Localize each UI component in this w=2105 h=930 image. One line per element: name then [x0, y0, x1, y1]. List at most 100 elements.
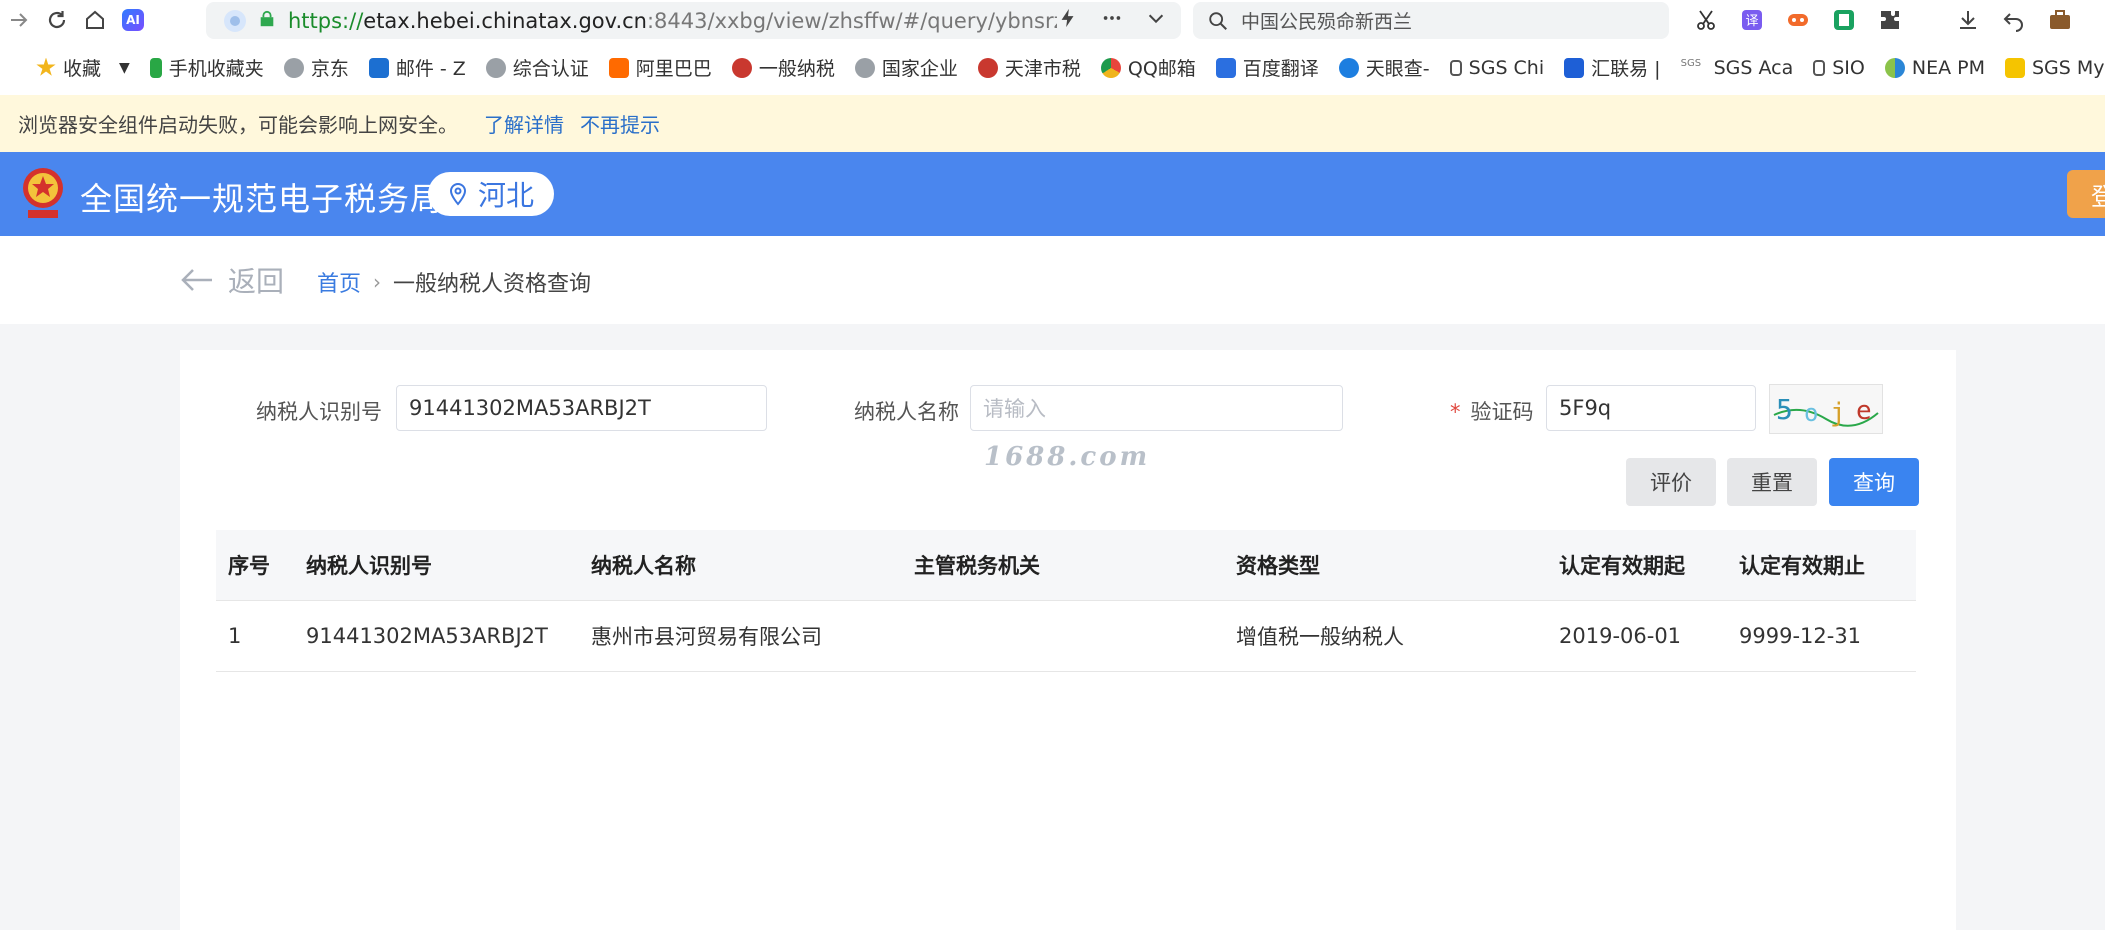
breadcrumb-strip: 返回 首页 › 一般纳税人资格查询: [0, 236, 2105, 324]
caret-down-icon[interactable]: ▼: [119, 60, 130, 76]
page-icon: [1449, 59, 1462, 76]
bookmark-item[interactable]: NEA PM: [1884, 57, 1985, 79]
translate-icon[interactable]: 译: [1736, 4, 1768, 36]
home-icon[interactable]: [76, 1, 114, 39]
bookmark-item[interactable]: 天眼查-: [1338, 54, 1430, 81]
tax-emblem-icon: [731, 57, 752, 78]
bookmark-item[interactable]: 一般纳税: [731, 54, 835, 81]
address-bar[interactable]: https://etax.hebei.chinatax.gov.cn:8443/…: [206, 2, 1181, 39]
svg-text:5: 5: [1776, 393, 1793, 426]
svg-text:译: 译: [1745, 14, 1758, 29]
column-header: 资格类型: [1236, 554, 1320, 578]
captcha-label: * 验证码: [1450, 400, 1534, 424]
bookmark-item[interactable]: QQ邮箱: [1100, 54, 1196, 81]
table-cell: 增值税一般纳税人: [1236, 625, 1404, 649]
back-button[interactable]: 返回: [180, 260, 284, 300]
table-cell: 1: [228, 624, 242, 648]
bookmark-item[interactable]: 百度翻译: [1215, 54, 1319, 81]
lock-icon: [258, 9, 276, 33]
bookmark-item[interactable]: SGS SGS Aca: [1681, 57, 1794, 79]
captcha-image[interactable]: 5 o j e: [1769, 384, 1883, 434]
more-icon[interactable]: [1101, 7, 1123, 34]
watermark-1688: 1688.com: [984, 442, 1151, 472]
warning-message: 浏览器安全组件启动失败，可能会影响上网安全。: [18, 113, 458, 137]
query-button[interactable]: 查询: [1829, 458, 1919, 506]
table-cell: 2019-06-01: [1559, 624, 1682, 648]
bookmark-item[interactable]: 天津市税: [977, 54, 1081, 81]
table-cell: 9999-12-31: [1739, 624, 1862, 648]
dont-show-again-link[interactable]: 不再提示: [580, 109, 660, 138]
page-icon: [1813, 59, 1826, 76]
taxpayer-id-input[interactable]: 91441302MA53ARBJ2T: [396, 385, 767, 431]
outlook-icon: [368, 57, 389, 78]
chevron-down-icon[interactable]: [1145, 7, 1167, 34]
column-header: 认定有效期起: [1559, 554, 1685, 578]
url-text: https://etax.hebei.chinatax.gov.cn:8443/…: [288, 8, 1057, 33]
globe-icon: [283, 57, 304, 78]
query-card: 纳税人识别号 91441302MA53ARBJ2T 纳税人名称 请输入 * 验证码…: [180, 350, 1956, 930]
bookmark-item[interactable]: SIO: [1813, 57, 1865, 79]
bookmark-item[interactable]: 邮件 - Z: [368, 54, 466, 81]
breadcrumb-current: 一般纳税人资格查询: [393, 272, 592, 297]
phone-icon: [149, 57, 162, 78]
taxpayer-name-label: 纳税人名称: [854, 400, 959, 424]
globe-icon: [854, 57, 875, 78]
browser-search-box[interactable]: 中国公民殒命新西兰: [1193, 2, 1669, 39]
bookmark-item[interactable]: 阿里巴巴: [608, 54, 712, 81]
bookmark-item[interactable]: 京东: [283, 54, 349, 81]
captcha-input[interactable]: 5F9q: [1546, 385, 1756, 431]
region-selector[interactable]: 河北: [428, 172, 554, 216]
arrow-left-icon: [181, 269, 212, 291]
region-name: 河北: [477, 179, 534, 212]
site-info-icon[interactable]: [224, 9, 246, 32]
location-pin-icon: [449, 182, 466, 206]
column-header: 序号: [228, 554, 270, 578]
bookmark-item[interactable]: 收藏 ▼: [36, 54, 130, 81]
bookmarks-bar: 收藏 ▼ 手机收藏夹 京东 邮件 - Z 综合认证 阿里巴巴 一般纳税 国家企业 …: [0, 40, 2105, 95]
briefcase-icon[interactable]: [2044, 4, 2076, 36]
undo-icon[interactable]: [1998, 4, 2030, 36]
bookmark-item[interactable]: 手机收藏夹: [149, 54, 264, 81]
table-cell: 91441302MA53ARBJ2T: [306, 624, 548, 648]
bookmark-item[interactable]: 汇联易 |: [1564, 54, 1661, 81]
ai-assistant-icon[interactable]: AI: [114, 1, 152, 39]
forward-icon[interactable]: [0, 1, 38, 39]
nea-icon: [1884, 57, 1905, 78]
reload-icon[interactable]: [38, 1, 76, 39]
bookmark-item[interactable]: 国家企业: [854, 54, 958, 81]
search-icon: [1209, 11, 1227, 30]
column-header: 主管税务机关: [914, 554, 1040, 578]
download-icon[interactable]: [1952, 4, 1984, 36]
bookmark-item[interactable]: 综合认证: [485, 54, 589, 81]
svg-text:j: j: [1830, 398, 1846, 428]
search-text: 中国公民殒命新西兰: [1241, 11, 1413, 33]
alibaba-icon: [608, 57, 629, 78]
globe-icon: [485, 57, 506, 78]
table-row[interactable]: 1 91441302MA53ARBJ2T 惠州市县河贸易有限公司 增值税一般纳税…: [216, 601, 1916, 672]
bookmark-item[interactable]: SGS My: [2004, 57, 2105, 79]
column-header: 纳税人识别号: [306, 554, 432, 578]
bookmark-item[interactable]: SGS Chi: [1449, 57, 1544, 79]
table-cell: 惠州市县河贸易有限公司: [591, 625, 822, 649]
extensions-icon[interactable]: [1874, 4, 1906, 36]
star-icon: [36, 57, 56, 76]
game-icon[interactable]: [1782, 4, 1814, 36]
learn-more-link[interactable]: 了解详情: [484, 109, 564, 138]
sgs-icon: SGS: [1680, 57, 1702, 69]
taxpayer-name-input[interactable]: 请输入: [970, 385, 1343, 431]
table-header: 序号 纳税人识别号 纳税人名称 主管税务机关 资格类型 认定有效期起 认定有效期…: [216, 530, 1916, 601]
tianyancha-icon: [1338, 57, 1359, 78]
breadcrumb-separator: ›: [373, 270, 382, 294]
login-button[interactable]: 登: [2067, 170, 2105, 218]
back-label: 返回: [228, 265, 285, 298]
scissors-icon[interactable]: [1690, 4, 1722, 36]
breadcrumb-home[interactable]: 首页: [317, 266, 361, 298]
evaluate-button[interactable]: 评价: [1626, 458, 1716, 506]
lightning-icon[interactable]: [1057, 7, 1079, 34]
book-icon[interactable]: [1828, 4, 1860, 36]
svg-text:o: o: [1804, 399, 1818, 427]
site-header: 全国统一规范电子税务局 河北 登: [0, 152, 2105, 236]
qq-mail-icon: [1100, 57, 1121, 78]
browser-toolbar: AI https://etax.hebei.chinatax.gov.cn:84…: [0, 0, 2105, 40]
reset-button[interactable]: 重置: [1727, 458, 1817, 506]
